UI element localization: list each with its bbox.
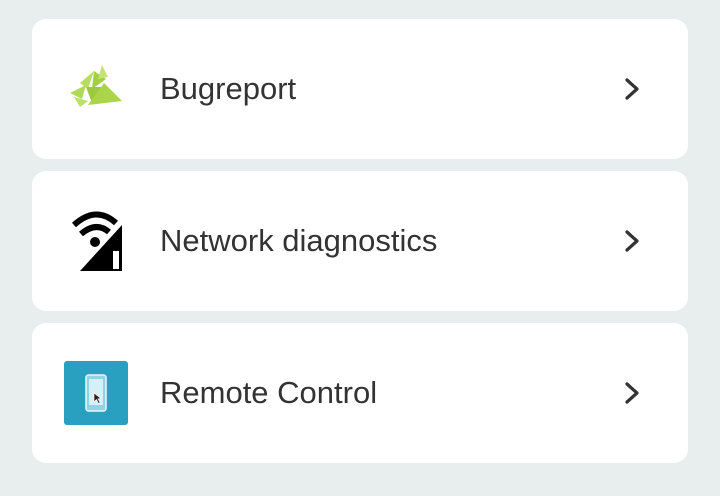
menu-item-network-diagnostics[interactable]: Network diagnostics xyxy=(32,171,688,311)
menu-list: Bugreport Network diagnostics Remote Con… xyxy=(0,0,720,496)
menu-item-remote-control[interactable]: Remote Control xyxy=(32,323,688,463)
menu-item-bugreport[interactable]: Bugreport xyxy=(32,19,688,159)
chevron-right-icon xyxy=(625,230,639,252)
menu-item-label: Bugreport xyxy=(160,71,297,106)
menu-item-label: Network diagnostics xyxy=(160,223,438,258)
remote-control-icon xyxy=(64,361,128,425)
chevron-right-icon xyxy=(625,382,639,404)
network-signal-icon xyxy=(71,211,122,271)
bug-report-icon xyxy=(70,65,122,107)
chevron-right-icon xyxy=(625,78,639,100)
menu-item-label: Remote Control xyxy=(160,375,378,410)
